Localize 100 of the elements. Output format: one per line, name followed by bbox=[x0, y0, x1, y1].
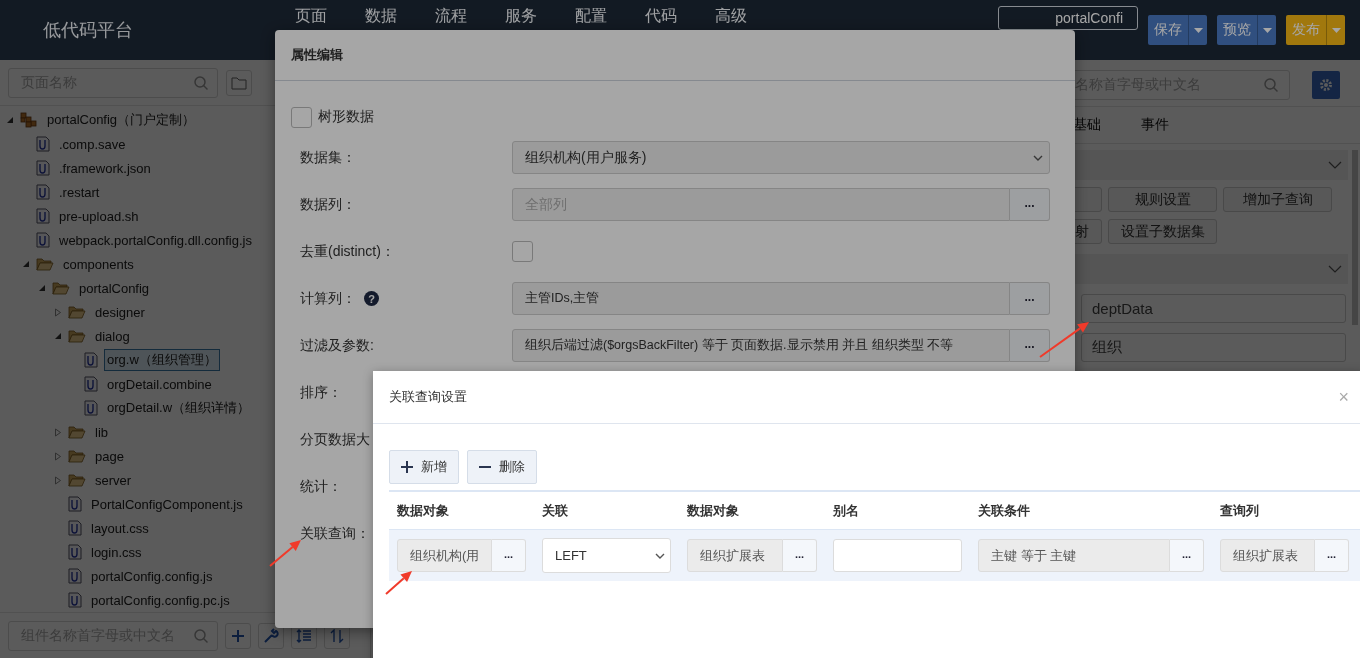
tree-item[interactable]: portalConfig.config.pc.js bbox=[88, 590, 233, 610]
checkbox[interactable] bbox=[291, 106, 312, 128]
collapsed-toggle-icon[interactable] bbox=[54, 451, 62, 461]
tree-item[interactable]: org.w（组织管理） bbox=[104, 349, 220, 371]
text-field[interactable]: deptData bbox=[1081, 294, 1346, 323]
panel-button[interactable]: 设置子数据集 bbox=[1108, 219, 1217, 244]
close-button[interactable]: × bbox=[1338, 386, 1349, 408]
tree-item[interactable]: server bbox=[92, 470, 135, 490]
folder-icon bbox=[231, 75, 247, 90]
nav-menu-item[interactable]: 代码 bbox=[645, 6, 677, 26]
input-field[interactable]: 组织机构(用 bbox=[397, 539, 492, 572]
tree-item[interactable]: PortalConfigComponent.js bbox=[88, 494, 246, 514]
toolbar-button[interactable]: 保存 bbox=[1148, 15, 1188, 45]
nav-menu-item[interactable]: 页面 bbox=[295, 6, 327, 26]
panel-button[interactable]: 规则设置 bbox=[1108, 187, 1217, 212]
expanded-toggle-icon[interactable] bbox=[38, 284, 46, 292]
browse-button[interactable]: ... bbox=[783, 539, 817, 572]
folder-icon bbox=[68, 329, 86, 343]
app-logo: 低代码平台 bbox=[43, 19, 134, 42]
column-header: 别名 bbox=[832, 501, 860, 520]
dialog-title: 属性编辑 bbox=[291, 46, 343, 64]
input-field[interactable]: 主键 等于 主键 bbox=[978, 539, 1170, 572]
tree-item[interactable]: .framework.json bbox=[56, 158, 154, 178]
wrench-icon bbox=[263, 627, 279, 644]
nav-menu-item[interactable]: 服务 bbox=[505, 6, 537, 26]
select-field[interactable]: 组织机构(用户服务) bbox=[512, 141, 1050, 174]
panel-button[interactable]: 增加子查询 bbox=[1223, 187, 1332, 212]
add-button[interactable]: 新增 bbox=[389, 450, 459, 484]
tree-item[interactable]: lib bbox=[92, 422, 111, 442]
help-icon[interactable]: ? bbox=[364, 291, 379, 306]
collapsed-toggle-icon[interactable] bbox=[54, 307, 62, 317]
collapsed-toggle-icon[interactable] bbox=[54, 427, 62, 437]
settings-icon bbox=[1319, 78, 1333, 92]
select-field[interactable]: LEFT bbox=[542, 538, 671, 573]
wrench-button[interactable] bbox=[258, 622, 284, 649]
nav-menu-item[interactable]: 流程 bbox=[435, 6, 467, 26]
caret-icon bbox=[1331, 27, 1341, 33]
table-row[interactable]: 组织机构(用 ... LEFT 组织扩展表 ... 主键 等于 主键 ... 组织扩展表 ... bbox=[389, 530, 1360, 581]
page-field[interactable]: portalConfi bbox=[998, 6, 1138, 30]
browse-button[interactable]: ... bbox=[1010, 282, 1050, 315]
delete-button[interactable]: 删除 bbox=[467, 450, 537, 484]
tree-item[interactable]: orgDetail.w（组织详情） bbox=[104, 397, 254, 419]
collapsed-toggle-icon[interactable] bbox=[54, 475, 62, 485]
tree-item[interactable]: portalConfig.config.js bbox=[88, 566, 216, 586]
tree-item[interactable]: login.css bbox=[88, 542, 145, 562]
tree-item[interactable]: page bbox=[92, 446, 127, 466]
tree-item[interactable]: layout.css bbox=[88, 518, 152, 538]
nav-menu-item[interactable]: 配置 bbox=[575, 6, 607, 26]
tree-item[interactable]: .comp.save bbox=[56, 134, 129, 154]
tree-item[interactable]: portalConfig bbox=[76, 278, 153, 298]
nav-menu-item[interactable]: 数据 bbox=[365, 6, 397, 26]
dropdown-toggle[interactable] bbox=[1257, 15, 1276, 45]
file-icon bbox=[68, 568, 82, 584]
settings-button[interactable] bbox=[1312, 71, 1340, 99]
tree-item[interactable]: designer bbox=[92, 302, 148, 322]
field-label: 过滤及参数: bbox=[300, 336, 374, 355]
add-button[interactable] bbox=[225, 622, 251, 649]
expanded-toggle-icon[interactable] bbox=[22, 260, 30, 268]
input-field[interactable]: 组织扩展表 bbox=[687, 539, 783, 572]
caret-icon bbox=[1193, 27, 1203, 33]
browse-button[interactable]: ... bbox=[1010, 188, 1050, 221]
browse-button[interactable]: ... bbox=[1010, 329, 1050, 362]
file-icon bbox=[68, 544, 82, 560]
file-icon bbox=[84, 400, 98, 416]
caret-icon bbox=[1033, 154, 1043, 161]
tree-item[interactable]: orgDetail.combine bbox=[104, 374, 215, 394]
field-label: 数据列： bbox=[300, 195, 356, 214]
tab[interactable]: 事件 bbox=[1141, 116, 1169, 134]
field-label: 数据集： bbox=[300, 148, 356, 167]
tree-item[interactable]: portalConfig（门户定制） bbox=[44, 109, 199, 131]
column-header: 数据对象 bbox=[686, 501, 740, 520]
file-icon bbox=[36, 160, 50, 176]
annotation-arrow bbox=[1039, 322, 1089, 358]
browse-button[interactable]: ... bbox=[1315, 539, 1349, 572]
search-icon bbox=[1263, 77, 1279, 93]
text-field[interactable]: 组织 bbox=[1081, 333, 1346, 362]
dropdown-toggle[interactable] bbox=[1326, 15, 1345, 45]
tree-item[interactable]: .restart bbox=[56, 182, 103, 202]
sort-icon bbox=[330, 628, 344, 643]
nav-menu-item[interactable]: 高级 bbox=[715, 6, 747, 26]
toolbar-button[interactable]: 发布 bbox=[1286, 15, 1326, 45]
checkbox[interactable] bbox=[512, 241, 533, 262]
browse-button[interactable]: ... bbox=[492, 539, 526, 572]
tree-item[interactable]: webpack.portalConfig.dll.config.js bbox=[56, 230, 255, 250]
column-header: 关联条件 bbox=[977, 501, 1031, 520]
toolbar-button[interactable]: 预览 bbox=[1217, 15, 1257, 45]
input-field[interactable]: 主管IDs,主管 bbox=[512, 282, 1010, 315]
expanded-toggle-icon[interactable] bbox=[54, 332, 62, 340]
tree-item[interactable]: components bbox=[60, 254, 137, 274]
browse-button[interactable]: ... bbox=[1170, 539, 1204, 572]
tree-item[interactable]: pre-upload.sh bbox=[56, 206, 142, 226]
file-icon bbox=[84, 376, 98, 392]
input-field[interactable]: 组织扩展表 bbox=[1220, 539, 1315, 572]
expanded-toggle-icon[interactable] bbox=[6, 116, 14, 124]
tree-item[interactable]: dialog bbox=[92, 326, 133, 346]
plus-icon bbox=[231, 628, 245, 643]
dropdown-toggle[interactable] bbox=[1188, 15, 1207, 45]
input-field[interactable] bbox=[833, 539, 962, 572]
input-field[interactable]: 组织后端过滤($orgsBackFilter) 等于 页面数据.显示禁用 并且 组织类型 不等 bbox=[512, 329, 1010, 362]
add-folder-button[interactable] bbox=[226, 69, 252, 96]
